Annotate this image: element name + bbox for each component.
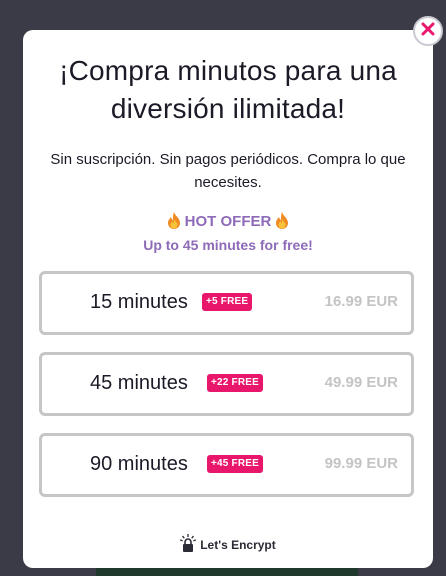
close-x-icon [421, 22, 435, 41]
modal-subtitle: Sin suscripción. Sin pagos periódicos. C… [33, 148, 423, 194]
hot-offer-heading: HOT OFFER [23, 212, 433, 235]
purchase-minutes-modal: ¡Compra minutos para una diversión ilimi… [23, 30, 433, 568]
plan-name: 90 minutes [90, 453, 188, 475]
modal-subtitle-line-2: necesites. [194, 174, 262, 191]
fire-icon [275, 212, 289, 235]
plan-price: 99.99 EUR [324, 455, 398, 472]
plan-name: 15 minutes [90, 291, 188, 313]
plan-name: 45 minutes [90, 372, 188, 394]
plan-price: 16.99 EUR [324, 293, 398, 310]
plan-option-15-minutes[interactable]: 15 minutes +5 FREE 16.99 EUR [39, 271, 414, 335]
hot-offer-subtitle: Up to 45 minutes for free! [143, 237, 313, 253]
modal-title: ¡Compra minutos para una diversión ilimi… [23, 52, 433, 128]
plan-free-badge: +45 FREE [207, 455, 264, 473]
modal-title-line-1: ¡Compra minutos para una [59, 55, 397, 86]
plan-option-45-minutes[interactable]: 45 minutes +22 FREE 49.99 EUR [39, 352, 414, 416]
modal-title-line-2: diversión ilimitada! [110, 93, 346, 124]
lets-encrypt-badge: Let's Encrypt [23, 534, 433, 556]
lets-encrypt-label: Let's Encrypt [200, 538, 276, 552]
plan-free-badge: +22 FREE [207, 374, 264, 392]
hot-offer-label: HOT OFFER [184, 213, 272, 230]
plan-option-90-minutes[interactable]: 90 minutes +45 FREE 99.99 EUR [39, 433, 414, 497]
lets-encrypt-lock-icon [180, 534, 197, 556]
fire-icon [167, 212, 181, 235]
plan-price: 49.99 EUR [324, 374, 398, 391]
modal-subtitle-line-1: Sin suscripción. Sin pagos periódicos. C… [50, 151, 406, 168]
plan-free-badge: +5 FREE [202, 293, 253, 311]
close-button[interactable] [413, 16, 443, 46]
